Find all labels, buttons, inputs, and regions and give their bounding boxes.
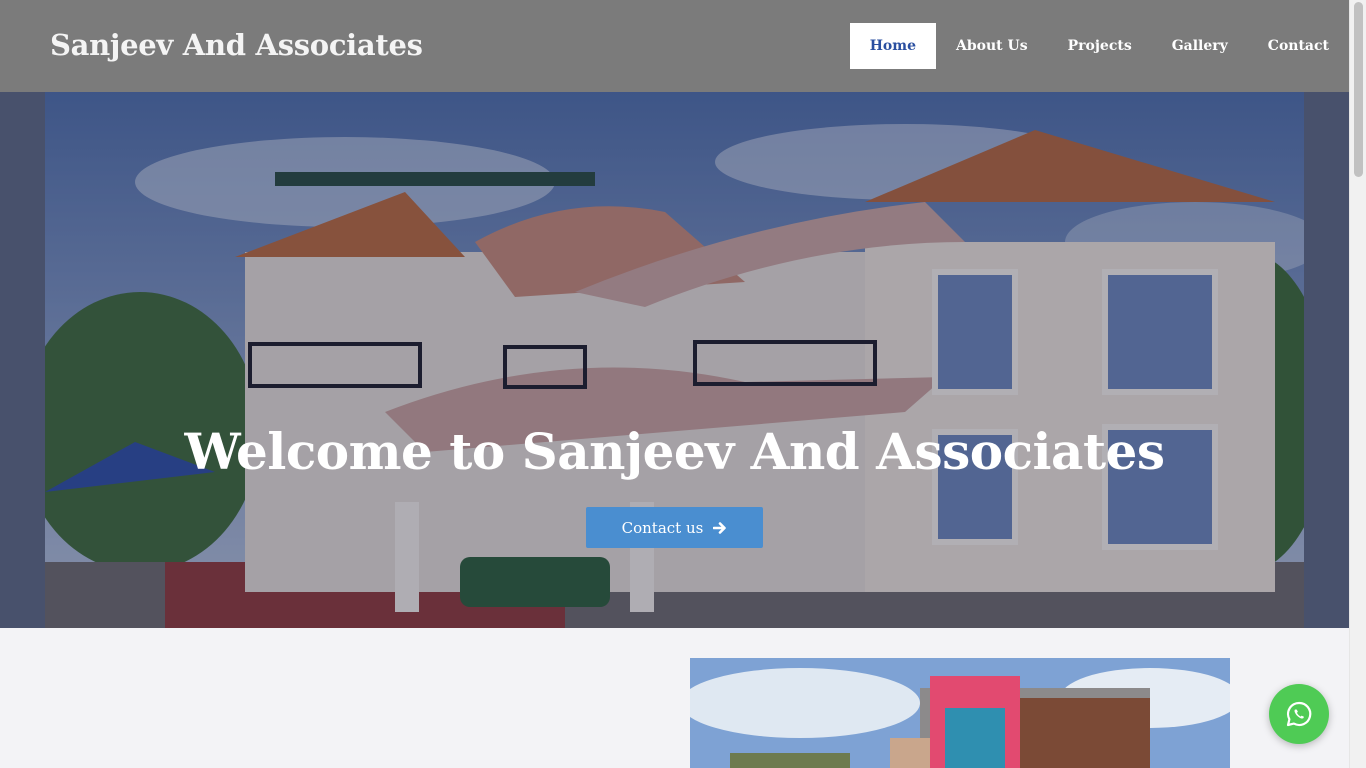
nav-contact[interactable]: Contact xyxy=(1248,23,1349,69)
hero-banner: Welcome to Sanjeev And Associates Contac… xyxy=(0,92,1349,628)
whatsapp-icon xyxy=(1286,701,1312,727)
nav-gallery[interactable]: Gallery xyxy=(1152,23,1248,69)
page-scrollbar[interactable] xyxy=(1349,0,1366,768)
hero-title: Welcome to Sanjeev And Associates xyxy=(184,422,1165,481)
site-header: Sanjeev And Associates Home About Us Pro… xyxy=(0,0,1349,92)
contact-us-button[interactable]: Contact us xyxy=(586,507,763,548)
main-nav: Home About Us Projects Gallery Contact xyxy=(849,23,1349,69)
contact-us-label: Contact us xyxy=(621,518,704,537)
nav-projects[interactable]: Projects xyxy=(1048,23,1152,69)
scrollbar-thumb[interactable] xyxy=(1354,2,1363,177)
nav-home[interactable]: Home xyxy=(849,23,936,69)
nav-about-us[interactable]: About Us xyxy=(936,23,1048,69)
site-logo-text[interactable]: Sanjeev And Associates xyxy=(50,28,423,62)
arrow-right-icon xyxy=(713,521,727,534)
whatsapp-chat-button[interactable] xyxy=(1269,684,1329,744)
project-building-image xyxy=(690,658,1230,768)
